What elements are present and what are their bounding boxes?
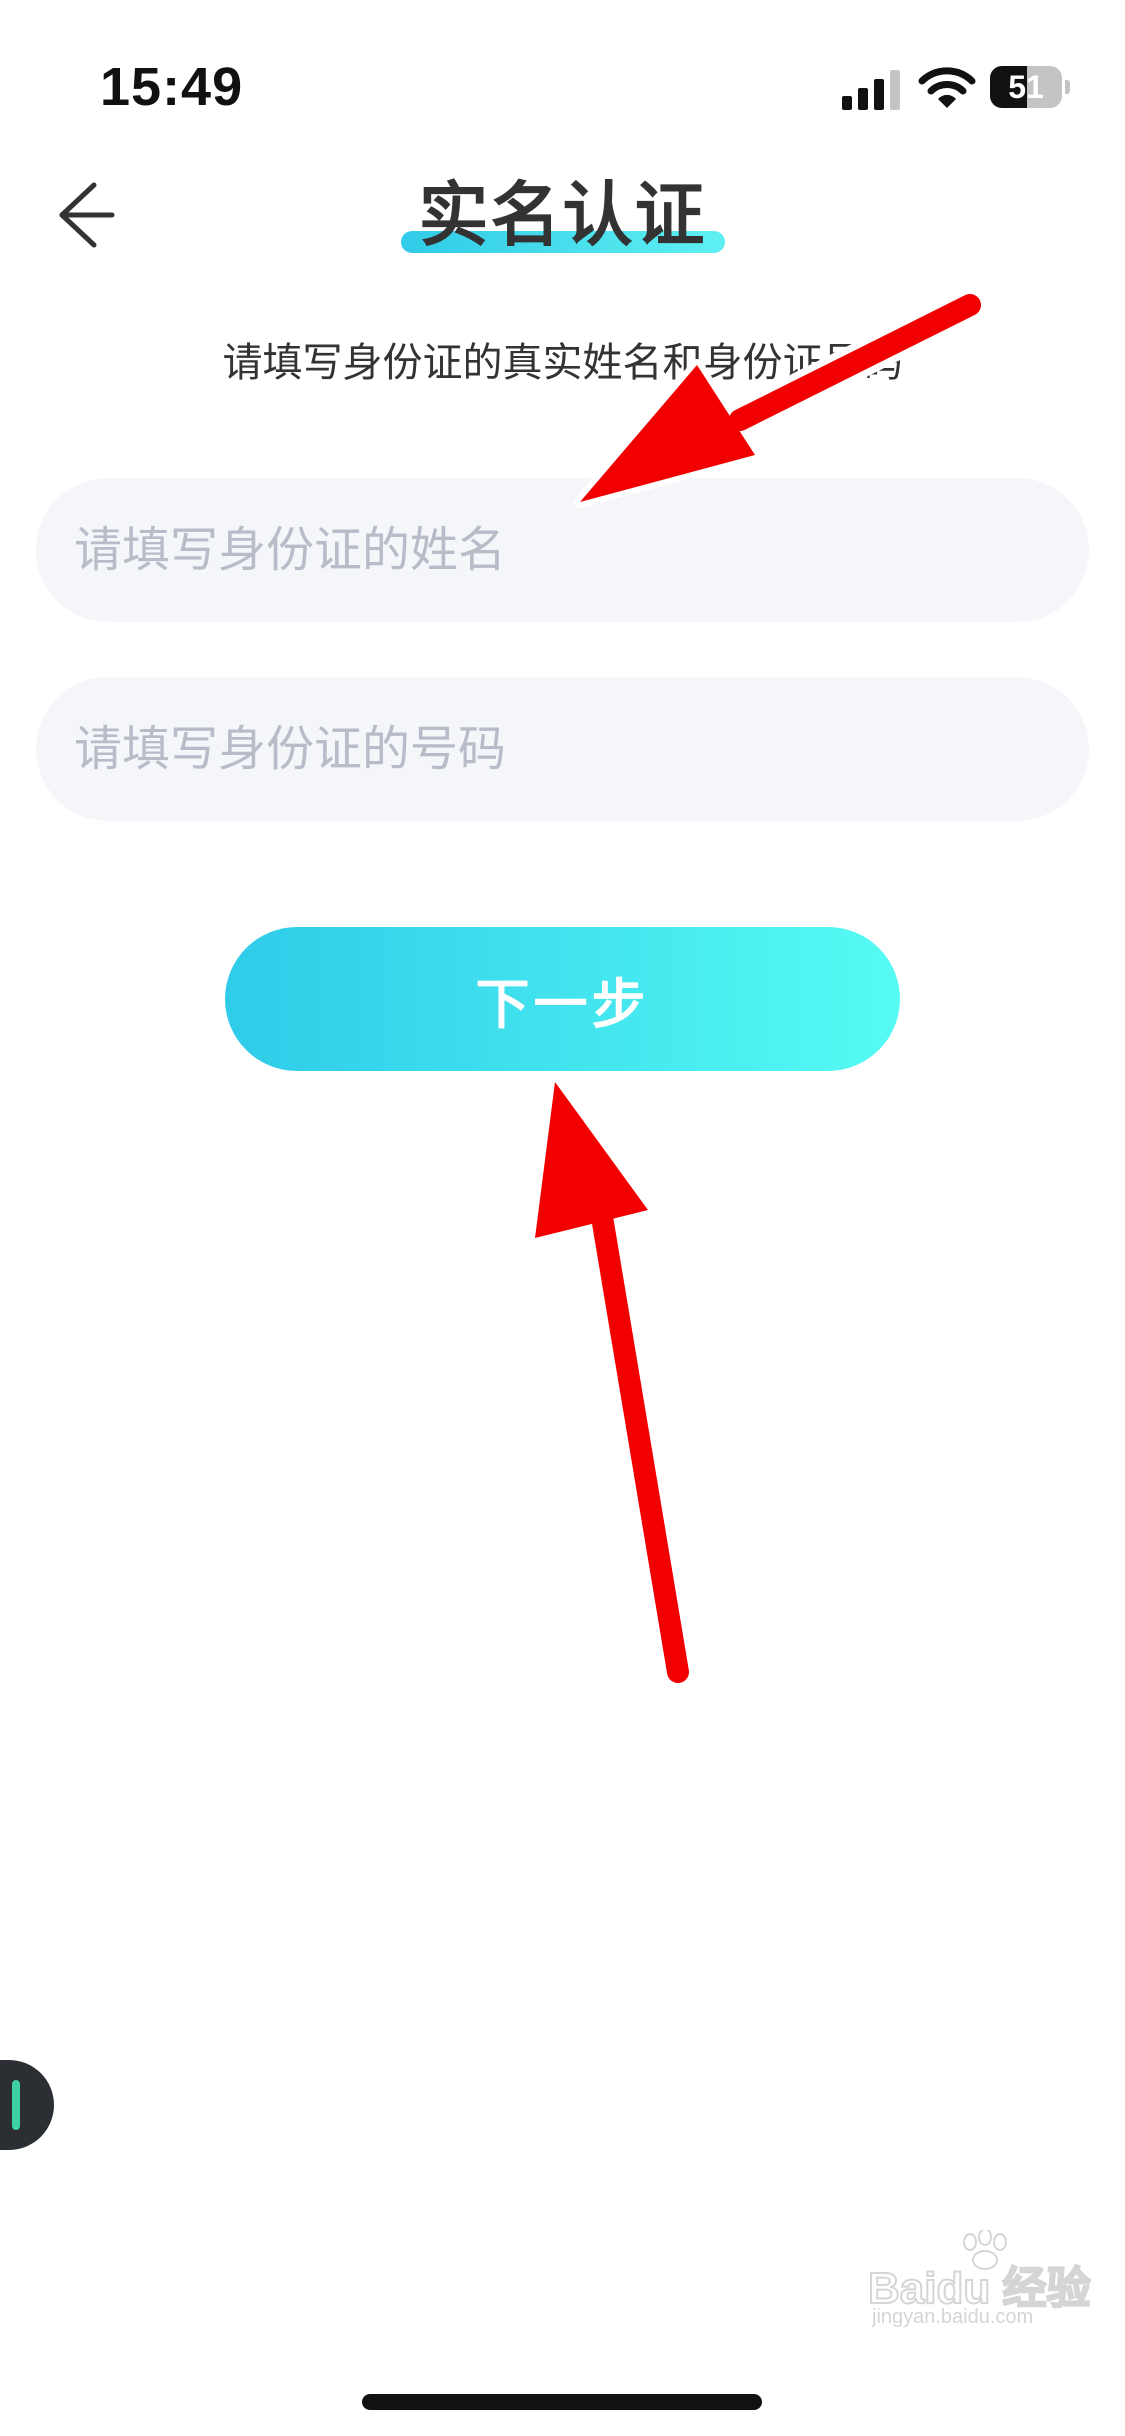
- battery-icon: 51: [990, 66, 1070, 110]
- status-time: 15:49: [100, 57, 244, 117]
- page-title: 实名认证: [418, 174, 707, 256]
- floating-assistant-widget[interactable]: [0, 2060, 54, 2150]
- id-number-input[interactable]: [36, 677, 1089, 821]
- wifi-icon: [918, 67, 976, 108]
- status-bar: 15:49 51: [0, 0, 1125, 160]
- battery-body: 51: [990, 66, 1062, 108]
- baidu-watermark: Baidu 经验 jingyan.baidu.com: [860, 2230, 1100, 2330]
- title-area: 实名认证: [0, 165, 1125, 265]
- next-step-button[interactable]: 下一步: [225, 927, 900, 1071]
- instruction-text: 请填写身份证的真实姓名和身份证号码: [222, 340, 903, 386]
- arrow-to-next-button: [529, 1076, 696, 1690]
- floating-widget-indicator: [12, 2080, 20, 2130]
- name-input[interactable]: [36, 478, 1089, 622]
- watermark-url: jingyan.baidu.com: [872, 2306, 1034, 2328]
- battery-cap: [1065, 80, 1070, 94]
- battery-level: 51: [1008, 69, 1044, 105]
- title-container: 实名认证: [400, 165, 725, 265]
- home-indicator[interactable]: [362, 2394, 762, 2410]
- signal-icon: [842, 70, 900, 110]
